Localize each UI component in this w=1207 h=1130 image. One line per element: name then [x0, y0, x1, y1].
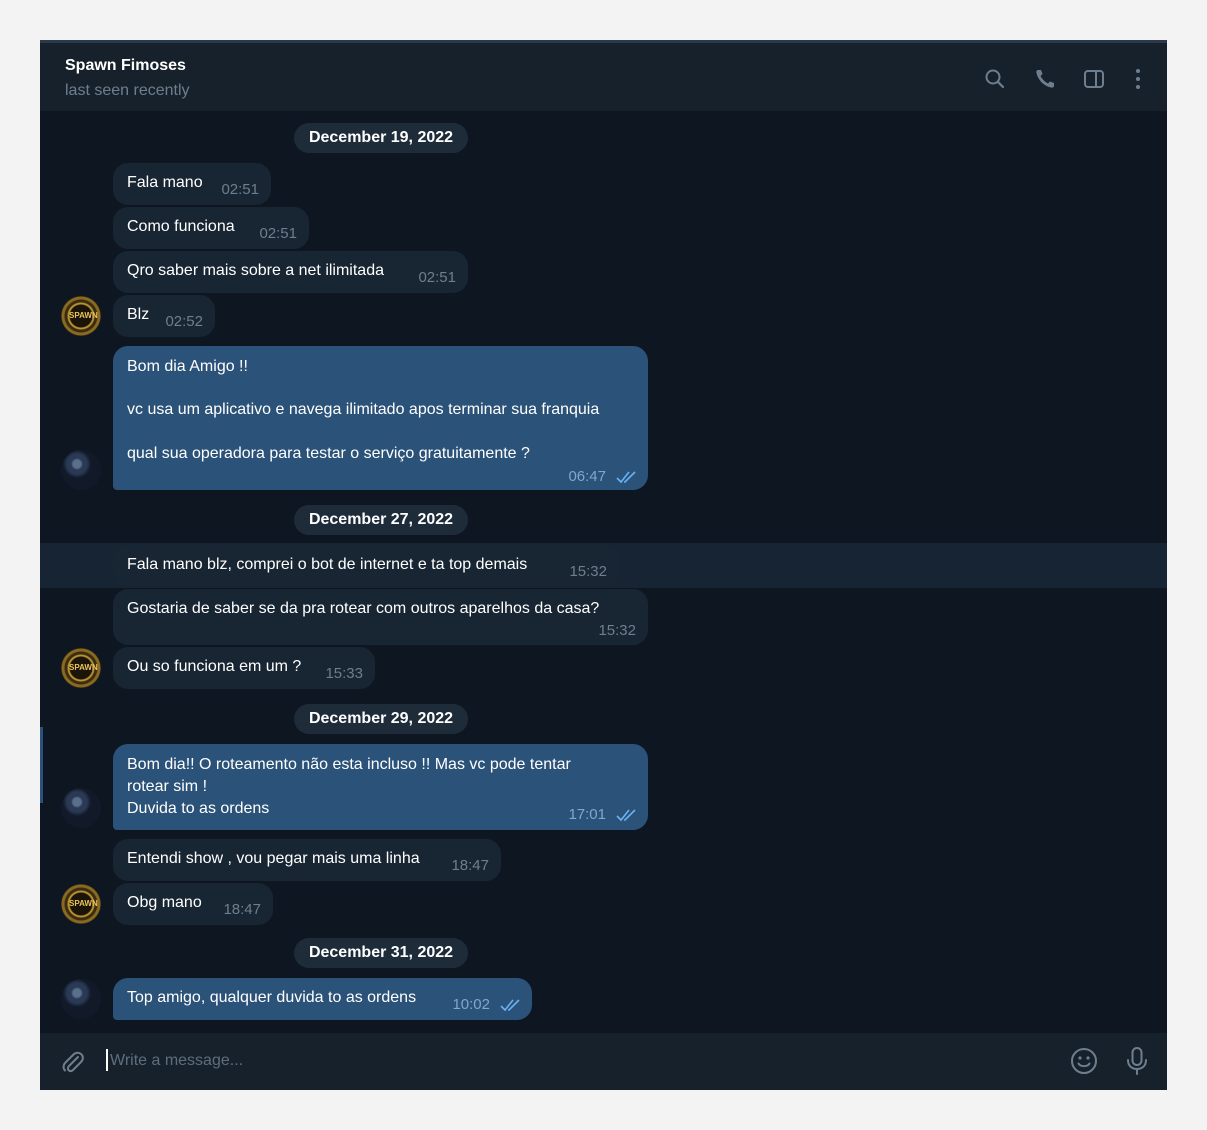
- date-separator: December 31, 2022: [294, 938, 468, 968]
- emoji-icon[interactable]: [1069, 1046, 1099, 1076]
- message-text: Como funciona: [127, 218, 235, 235]
- own-avatar[interactable]: [61, 979, 101, 1019]
- own-avatar[interactable]: [61, 788, 101, 828]
- message-line: Bom dia Amigo !!: [127, 358, 248, 375]
- message-time: 10:02: [452, 996, 490, 1013]
- message-time: 02:52: [165, 313, 203, 330]
- message-time: 02:51: [418, 269, 456, 286]
- message-time: 15:33: [325, 665, 363, 682]
- message-time: 17:01: [568, 806, 606, 823]
- incoming-message[interactable]: Blz 02:52: [113, 295, 215, 337]
- message-time: 06:47: [568, 468, 606, 485]
- message-list[interactable]: December 19, 2022 Fala mano 02:51 Como f…: [40, 111, 1167, 1033]
- double-check-icon: [616, 808, 638, 822]
- message-time: 02:51: [221, 181, 259, 198]
- double-check-icon: [616, 470, 638, 484]
- message-time: 15:32: [598, 622, 636, 639]
- message-text: Obg mano: [127, 894, 202, 911]
- message-line: vc usa um aplicativo e navega ilimitado …: [127, 401, 600, 418]
- chat-status: last seen recently: [65, 82, 190, 99]
- selection-accent: [40, 727, 43, 803]
- message-text: Ou so funciona em um ?: [127, 658, 302, 675]
- incoming-message[interactable]: Fala mano 02:51: [113, 163, 271, 205]
- message-line: Bom dia!! O roteamento não esta incluso …: [127, 756, 571, 773]
- chat-window: Spawn Fimoses last seen recently Decembe…: [40, 40, 1167, 1090]
- date-separator: December 19, 2022: [294, 123, 468, 153]
- message-line: qual sua operadora para testar o serviço…: [127, 445, 530, 462]
- own-avatar[interactable]: [61, 450, 101, 490]
- message-text: Fala mano: [127, 174, 203, 191]
- message-text: Fala mano blz, comprei o bot de internet…: [127, 556, 528, 573]
- message-composer: [40, 1033, 1167, 1090]
- microphone-icon[interactable]: [1124, 1045, 1150, 1077]
- contact-avatar[interactable]: SPAWN: [61, 884, 101, 924]
- message-time: 18:47: [451, 857, 489, 874]
- phone-icon[interactable]: [1033, 67, 1057, 91]
- paperclip-icon[interactable]: [60, 1049, 86, 1075]
- message-text: Entendi show , vou pegar mais uma linha: [127, 850, 420, 867]
- incoming-message[interactable]: Entendi show , vou pegar mais uma linha …: [113, 839, 501, 881]
- search-icon[interactable]: [983, 67, 1007, 91]
- message-input[interactable]: [108, 1046, 1012, 1076]
- message-time: 15:32: [569, 563, 607, 580]
- message-time: 18:47: [223, 901, 261, 918]
- double-check-icon: [500, 998, 522, 1012]
- contact-avatar[interactable]: SPAWN: [61, 296, 101, 336]
- message-line: rotear sim !: [127, 778, 208, 795]
- incoming-message[interactable]: Gostaria de saber se da pra rotear com o…: [113, 589, 648, 645]
- incoming-message[interactable]: Como funciona 02:51: [113, 207, 309, 249]
- incoming-message[interactable]: Fala mano blz, comprei o bot de internet…: [113, 545, 619, 587]
- date-separator: December 29, 2022: [294, 704, 468, 734]
- message-text: Qro saber mais sobre a net ilimitada: [127, 262, 384, 279]
- incoming-message[interactable]: Qro saber mais sobre a net ilimitada 02:…: [113, 251, 468, 293]
- incoming-message[interactable]: Ou so funciona em um ? 15:33: [113, 647, 375, 689]
- message-time: 02:51: [259, 225, 297, 242]
- message-text: Top amigo, qualquer duvida to as ordens: [127, 989, 417, 1006]
- message-text: Blz: [127, 306, 150, 323]
- outgoing-message[interactable]: Bom dia Amigo !! vc usa um aplicativo e …: [113, 346, 648, 490]
- chat-header[interactable]: Spawn Fimoses last seen recently: [40, 43, 1167, 111]
- outgoing-message[interactable]: Bom dia!! O roteamento não esta incluso …: [113, 744, 648, 830]
- incoming-message[interactable]: Obg mano 18:47: [113, 883, 273, 925]
- contact-avatar[interactable]: SPAWN: [61, 648, 101, 688]
- message-text: Gostaria de saber se da pra rotear com o…: [127, 600, 600, 617]
- outgoing-message[interactable]: Top amigo, qualquer duvida to as ordens …: [113, 978, 532, 1020]
- date-separator: December 27, 2022: [294, 505, 468, 535]
- message-line: Duvida to as ordens: [127, 800, 270, 817]
- chat-title[interactable]: Spawn Fimoses: [65, 57, 186, 75]
- more-vertical-icon[interactable]: [1126, 67, 1150, 91]
- sidebar-toggle-icon[interactable]: [1082, 67, 1106, 91]
